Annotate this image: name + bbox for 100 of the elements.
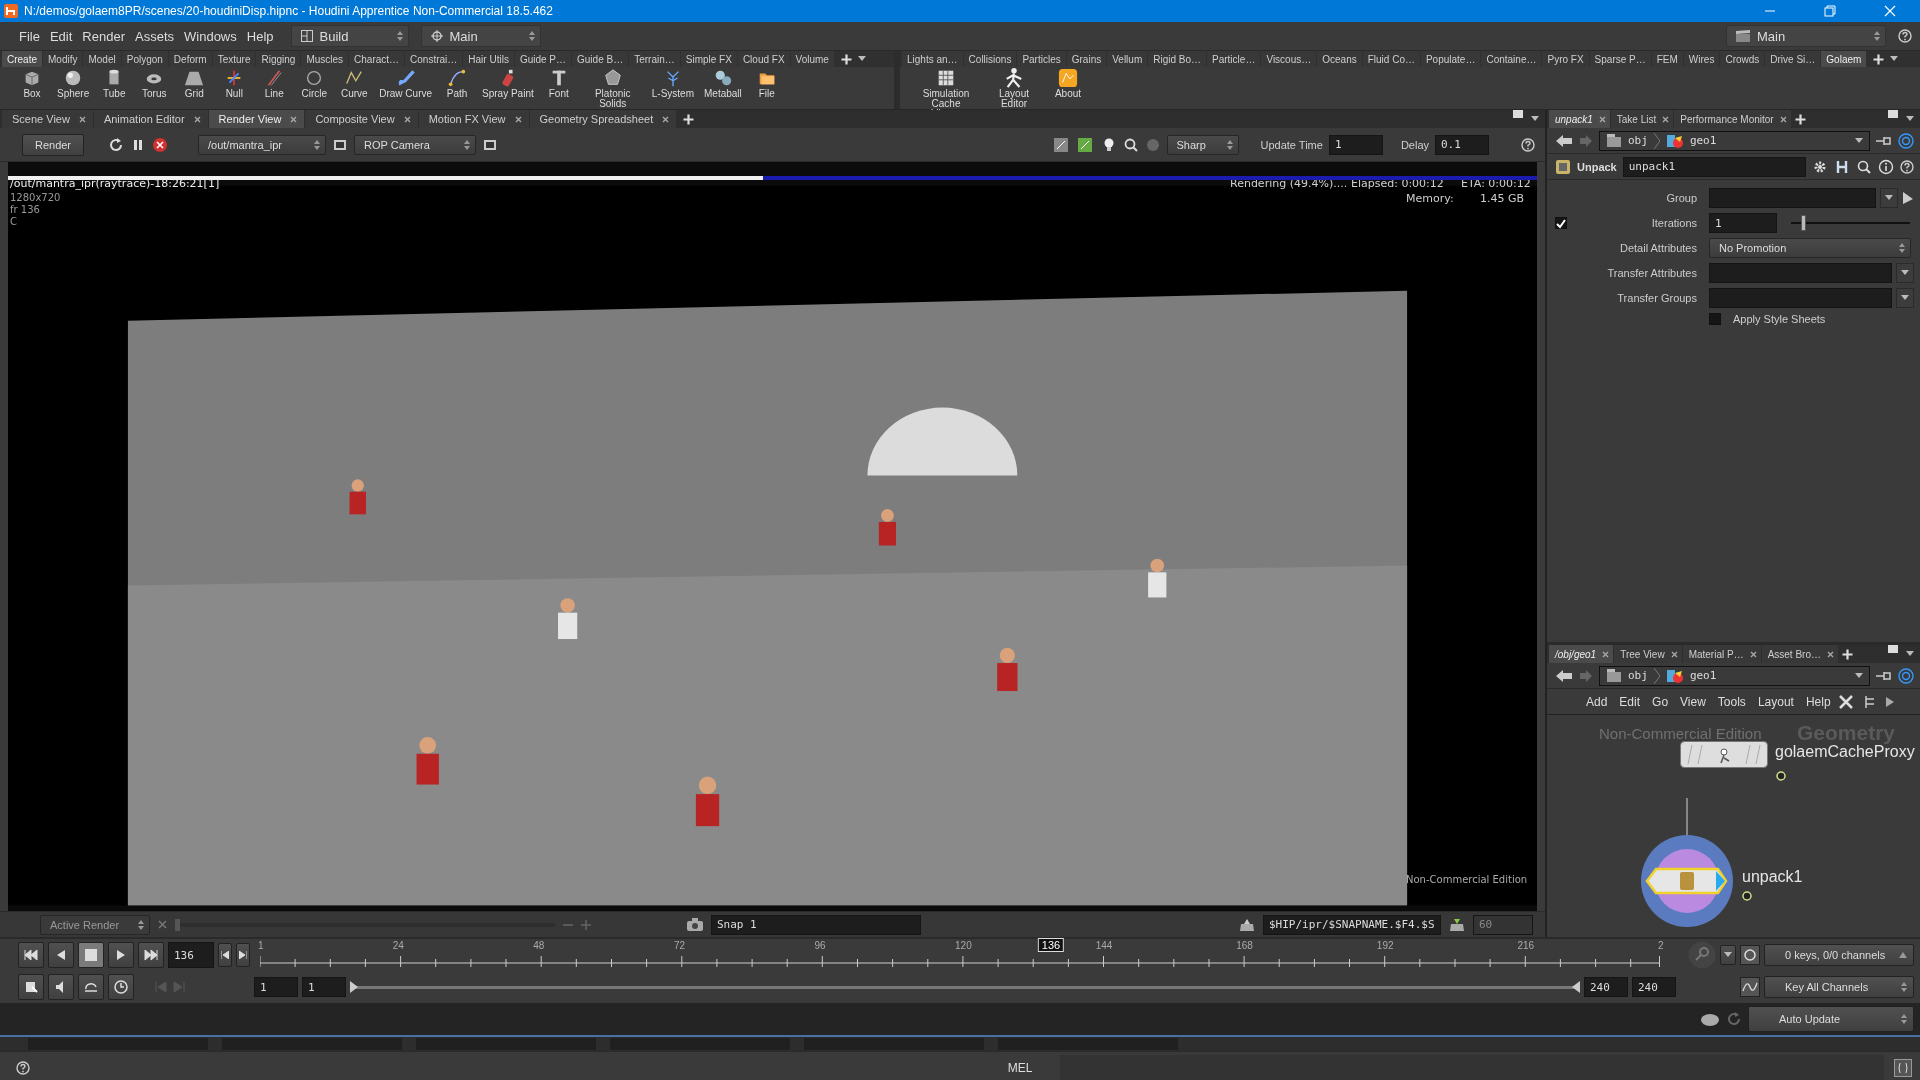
menu-item[interactable]: Layout xyxy=(1752,694,1799,709)
start-frame-field[interactable]: 1 xyxy=(254,977,298,997)
pane-tab[interactable]: Scene View xyxy=(2,110,93,128)
path-field[interactable]: obj geo1 xyxy=(1599,665,1870,686)
shelf-tab[interactable]: Polygon xyxy=(121,51,168,67)
menu-item[interactable]: Add xyxy=(1581,694,1613,709)
shelf-tab[interactable]: Deform xyxy=(168,51,212,67)
shelf-tab[interactable]: Populate… xyxy=(1420,51,1481,67)
pane-tab[interactable]: Composite View xyxy=(305,110,418,128)
shelf-tab[interactable]: FEM xyxy=(1651,51,1683,67)
delay-field[interactable]: 0.1 xyxy=(1435,134,1489,155)
shelf-tool[interactable]: Path xyxy=(439,68,476,109)
shelf-tab[interactable]: Create xyxy=(2,51,42,67)
shelf-tab[interactable]: Rigid Bo… xyxy=(1148,51,1207,67)
pane-tab[interactable]: Render View xyxy=(208,110,305,128)
shelf-tab[interactable]: Wires xyxy=(1683,51,1720,67)
shelf-tab[interactable]: Sparse P… xyxy=(1589,51,1651,67)
pane-tab[interactable]: Material P… xyxy=(1682,645,1761,663)
shelf-tab[interactable]: Guide P… xyxy=(514,51,572,67)
pane-tab[interactable]: Asset Bro… xyxy=(1761,645,1838,663)
output-path-field[interactable]: $HIP/ipr/$SNAPNAME.$F4.$S xyxy=(1263,914,1441,935)
shelf-tab[interactable]: Particles xyxy=(1017,51,1066,67)
shelf-tool[interactable]: Draw Curve xyxy=(376,68,436,109)
shelf-tool[interactable]: File xyxy=(748,68,785,109)
shelf-tab[interactable]: Crowds xyxy=(1720,51,1765,67)
shelf-tool[interactable]: Grid xyxy=(176,68,213,109)
shelf-tool[interactable]: About xyxy=(1050,68,1086,109)
update-mode-dropdown[interactable]: Auto Update xyxy=(1748,1006,1914,1032)
menu-item[interactable]: Tools xyxy=(1712,694,1751,709)
shelf-tab[interactable]: Drive Si… xyxy=(1765,51,1821,67)
keys-dropdown[interactable]: 0 keys, 0/0 channels xyxy=(1764,944,1914,966)
menu-item[interactable]: File xyxy=(14,28,45,44)
menu-item[interactable]: Windows xyxy=(179,28,242,44)
shelf-tab[interactable]: Containe… xyxy=(1481,51,1542,67)
shelf-tab[interactable]: Particle… xyxy=(1207,51,1261,67)
shelf-tab[interactable]: Cloud FX xyxy=(737,51,790,67)
shelf-tab[interactable]: Fluid Co… xyxy=(1362,51,1420,67)
end-frame-field[interactable]: 240 xyxy=(1584,977,1628,997)
shelf-tool[interactable]: Curve xyxy=(336,68,373,109)
shelf-tab[interactable]: Vellum xyxy=(1107,51,1148,67)
menu-item[interactable]: View xyxy=(1675,694,1711,709)
path-segment[interactable]: obj xyxy=(1628,669,1648,682)
desktop-dropdown[interactable]: Build xyxy=(290,25,409,47)
shelf-tool[interactable]: Layout Editor xyxy=(982,68,1046,109)
shelf-tab[interactable]: Model xyxy=(83,51,121,67)
frame-field[interactable]: 136 xyxy=(168,942,214,968)
pane-tab[interactable]: Performance Monitor xyxy=(1674,110,1791,128)
path-segment[interactable]: geo1 xyxy=(1689,134,1717,147)
shelf-tool[interactable]: Torus xyxy=(136,68,173,109)
shelf-tab[interactable]: Modify xyxy=(43,51,83,67)
shelf-tab[interactable]: Simple FX xyxy=(680,51,737,67)
menu-item[interactable]: Help xyxy=(1800,694,1836,709)
iterations-field[interactable]: 1 xyxy=(1709,213,1777,233)
key-mode-dropdown[interactable]: Key All Channels xyxy=(1764,976,1914,998)
snapshot-count-field[interactable]: 60 xyxy=(1473,914,1533,935)
pane-tab[interactable]: /obj/geo1 xyxy=(1549,645,1614,663)
shelf-tab[interactable]: Muscles xyxy=(301,51,349,67)
shelf-tab[interactable]: Charact… xyxy=(349,51,405,67)
shelf-tool[interactable]: Sphere xyxy=(54,68,93,109)
update-time-field[interactable]: 1 xyxy=(1328,134,1383,155)
shelf-tool[interactable]: Spray Paint xyxy=(479,68,537,109)
shelf-tab[interactable]: Texture xyxy=(212,51,256,67)
shelf-tab[interactable]: Golaem xyxy=(1821,51,1867,67)
shelf-tab[interactable]: Constrai… xyxy=(405,51,463,67)
shelf-tool[interactable]: Tube xyxy=(96,68,133,109)
quality-dropdown[interactable]: Sharp xyxy=(1166,134,1239,155)
camera-dropdown[interactable]: ROP Camera xyxy=(354,134,476,155)
shelf-tab[interactable]: Grains xyxy=(1066,51,1107,67)
path-segment[interactable]: geo1 xyxy=(1689,669,1717,682)
menu-item[interactable]: Render xyxy=(77,28,130,44)
shelf-tab[interactable]: Rigging xyxy=(256,51,301,67)
shelf-tab[interactable]: Guide B… xyxy=(572,51,629,67)
shelf-tool[interactable]: Circle xyxy=(296,68,333,109)
pane-tab[interactable]: unpack1 xyxy=(1549,110,1610,128)
shelf-tool[interactable]: Simulation Cache xyxy=(914,68,978,109)
render-button[interactable]: Render xyxy=(22,133,84,156)
snapshot-field[interactable]: Snap 1 xyxy=(711,914,921,935)
pane-tab[interactable]: Motion FX View xyxy=(418,110,529,128)
shelf-tool[interactable]: Box xyxy=(14,68,50,109)
shelf-tab[interactable]: Collisions xyxy=(963,51,1017,67)
menu-item[interactable]: Assets xyxy=(130,28,179,44)
shelf-tool[interactable]: Null xyxy=(216,68,253,109)
shelf-tab[interactable]: Hair Utils xyxy=(463,51,514,67)
shelf-tab[interactable]: Terrain… xyxy=(629,51,680,67)
menu-item[interactable]: Go xyxy=(1647,694,1674,709)
shelf-tool[interactable]: Platonic Solids xyxy=(580,68,645,109)
desktop-dropdown[interactable]: Main xyxy=(1726,25,1886,47)
shelf-tool[interactable]: Metaball xyxy=(701,68,745,109)
current-frame-marker[interactable]: 136 xyxy=(1037,938,1065,952)
detail-attributes-dropdown[interactable]: No Promotion xyxy=(1709,238,1911,258)
menu-item[interactable]: Edit xyxy=(1614,694,1646,709)
render-mode-dropdown[interactable]: Active Render xyxy=(40,914,150,935)
path-segment[interactable]: obj xyxy=(1628,134,1648,147)
shelf-tab[interactable]: Viscous… xyxy=(1261,51,1317,67)
shelf-tool[interactable]: Line xyxy=(256,68,293,109)
shelf-tab[interactable]: Volume xyxy=(790,51,834,67)
path-field[interactable]: obj geo1 xyxy=(1599,130,1870,151)
script-language-label[interactable]: MEL xyxy=(980,1060,1060,1075)
pane-tab[interactable]: Take List xyxy=(1610,110,1674,128)
shelf-tool[interactable]: L-System xyxy=(648,68,697,109)
